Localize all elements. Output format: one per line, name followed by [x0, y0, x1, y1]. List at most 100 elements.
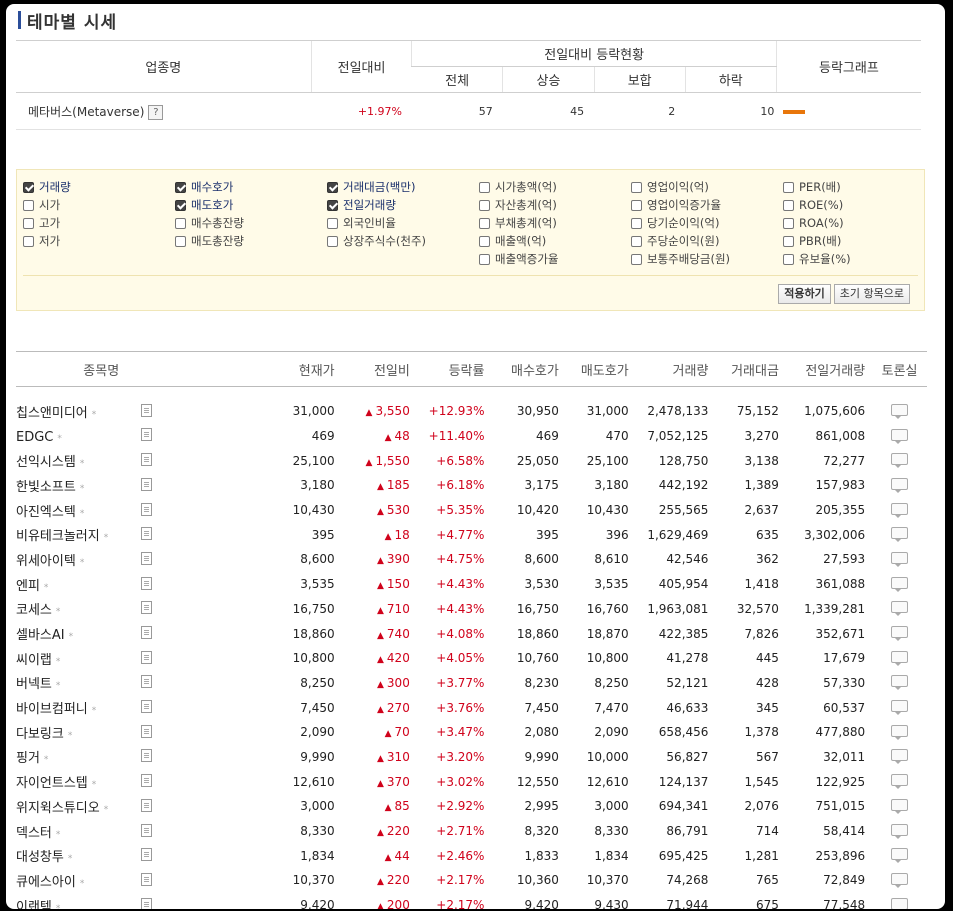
theme-name[interactable]: 메타버스(Metaverse) [28, 105, 144, 119]
discussion-icon[interactable] [891, 477, 909, 493]
checkbox[interactable] [327, 217, 338, 229]
stock-name-link[interactable]: 대성창투 [16, 850, 64, 865]
discussion-icon[interactable] [891, 527, 909, 543]
document-icon[interactable] [141, 798, 152, 812]
filter-option[interactable]: 매도호가 [175, 196, 244, 214]
checkbox[interactable] [479, 235, 490, 247]
checkbox[interactable] [327, 199, 338, 211]
filter-option[interactable]: 매출액증가율 [479, 250, 558, 268]
star-icon[interactable]: * [56, 607, 61, 617]
star-icon[interactable]: * [92, 410, 97, 420]
star-icon[interactable]: * [68, 854, 73, 864]
document-icon[interactable] [141, 403, 152, 417]
document-icon[interactable] [141, 650, 152, 664]
document-icon[interactable] [141, 427, 152, 441]
checkbox[interactable] [23, 181, 34, 193]
star-icon[interactable]: * [56, 657, 61, 667]
column-header[interactable]: 거래대금 [715, 351, 786, 387]
stock-name-link[interactable]: 큐에스아이 [16, 875, 76, 890]
stock-name-link[interactable]: 핑거 [16, 751, 40, 766]
stock-name-link[interactable]: 셀바스AI [16, 628, 65, 643]
checkbox[interactable] [631, 199, 642, 211]
checkbox[interactable] [175, 199, 186, 211]
star-icon[interactable]: * [104, 533, 109, 543]
star-icon[interactable]: * [80, 459, 85, 469]
stock-name-link[interactable]: 한빛소프트 [16, 480, 76, 495]
document-icon[interactable] [141, 576, 152, 590]
checkbox[interactable] [175, 235, 186, 247]
document-icon[interactable] [141, 527, 152, 541]
filter-option[interactable]: ROA(%) [783, 214, 851, 232]
filter-option[interactable]: 부채총계(억) [479, 214, 558, 232]
discussion-icon[interactable] [891, 798, 909, 814]
stock-name-link[interactable]: 이랜텍 [16, 900, 52, 909]
checkbox[interactable] [783, 217, 794, 229]
checkbox[interactable] [23, 235, 34, 247]
filter-option[interactable]: 매수총잔량 [175, 214, 244, 232]
column-header[interactable]: 매수호가 [491, 351, 566, 387]
column-header[interactable]: 종목명 [16, 351, 286, 387]
star-icon[interactable]: * [80, 879, 85, 889]
document-icon[interactable] [141, 551, 152, 565]
filter-option[interactable]: 매출액(억) [479, 232, 558, 250]
checkbox[interactable] [631, 181, 642, 193]
filter-option[interactable]: 고가 [23, 214, 71, 232]
discussion-icon[interactable] [891, 897, 909, 909]
filter-option[interactable]: 매수호가 [175, 178, 244, 196]
checkbox[interactable] [327, 235, 338, 247]
stock-name-link[interactable]: 덱스터 [16, 826, 52, 841]
checkbox[interactable] [631, 217, 642, 229]
filter-option[interactable]: 영업이익(억) [631, 178, 730, 196]
star-icon[interactable]: * [57, 434, 62, 444]
star-icon[interactable]: * [80, 509, 85, 519]
document-icon[interactable] [141, 724, 152, 738]
discussion-icon[interactable] [891, 428, 909, 444]
document-icon[interactable] [141, 897, 152, 909]
star-icon[interactable]: * [104, 805, 109, 815]
checkbox[interactable] [783, 199, 794, 211]
document-icon[interactable] [141, 453, 152, 467]
document-icon[interactable] [141, 823, 152, 837]
star-icon[interactable]: * [68, 731, 73, 741]
checkbox[interactable] [631, 253, 642, 265]
filter-option[interactable]: 영업이익증가율 [631, 196, 730, 214]
discussion-icon[interactable] [891, 453, 909, 469]
reset-button[interactable]: 초기 항목으로 [833, 284, 910, 304]
document-icon[interactable] [141, 848, 152, 862]
filter-option[interactable]: 거래대금(백만) [327, 178, 426, 196]
document-icon[interactable] [141, 477, 152, 491]
discussion-icon[interactable] [891, 601, 909, 617]
checkbox[interactable] [479, 217, 490, 229]
discussion-icon[interactable] [891, 675, 909, 691]
star-icon[interactable]: * [80, 558, 85, 568]
star-icon[interactable]: * [56, 681, 61, 691]
star-icon[interactable]: * [92, 780, 97, 790]
document-icon[interactable] [141, 626, 152, 640]
document-icon[interactable] [141, 774, 152, 788]
stock-name-link[interactable]: 위지윅스튜디오 [16, 801, 100, 816]
star-icon[interactable]: * [56, 904, 61, 909]
document-icon[interactable] [141, 749, 152, 763]
filter-option[interactable]: PBR(배) [783, 232, 851, 250]
stock-name-link[interactable]: 다보링크 [16, 727, 64, 742]
stock-name-link[interactable]: 선익시스템 [16, 455, 76, 470]
stock-name-link[interactable]: 비유테크놀러지 [16, 529, 100, 544]
star-icon[interactable]: * [92, 706, 97, 716]
checkbox[interactable] [23, 217, 34, 229]
star-icon[interactable]: * [44, 755, 49, 765]
checkbox[interactable] [783, 253, 794, 265]
filter-option[interactable]: 시가총액(억) [479, 178, 558, 196]
stock-name-link[interactable]: 아진엑스텍 [16, 505, 76, 520]
document-icon[interactable] [141, 502, 152, 516]
column-header[interactable]: 매도호가 [565, 351, 636, 387]
column-header[interactable]: 토론실 [872, 351, 927, 387]
discussion-icon[interactable] [891, 848, 909, 864]
stock-name-link[interactable]: 버넥트 [16, 677, 52, 692]
filter-option[interactable]: 당기순이익(억) [631, 214, 730, 232]
document-icon[interactable] [141, 601, 152, 615]
discussion-icon[interactable] [891, 502, 909, 518]
checkbox[interactable] [783, 235, 794, 247]
document-icon[interactable] [141, 700, 152, 714]
stock-name-link[interactable]: 칩스앤미디어 [16, 406, 88, 421]
discussion-icon[interactable] [891, 403, 909, 419]
